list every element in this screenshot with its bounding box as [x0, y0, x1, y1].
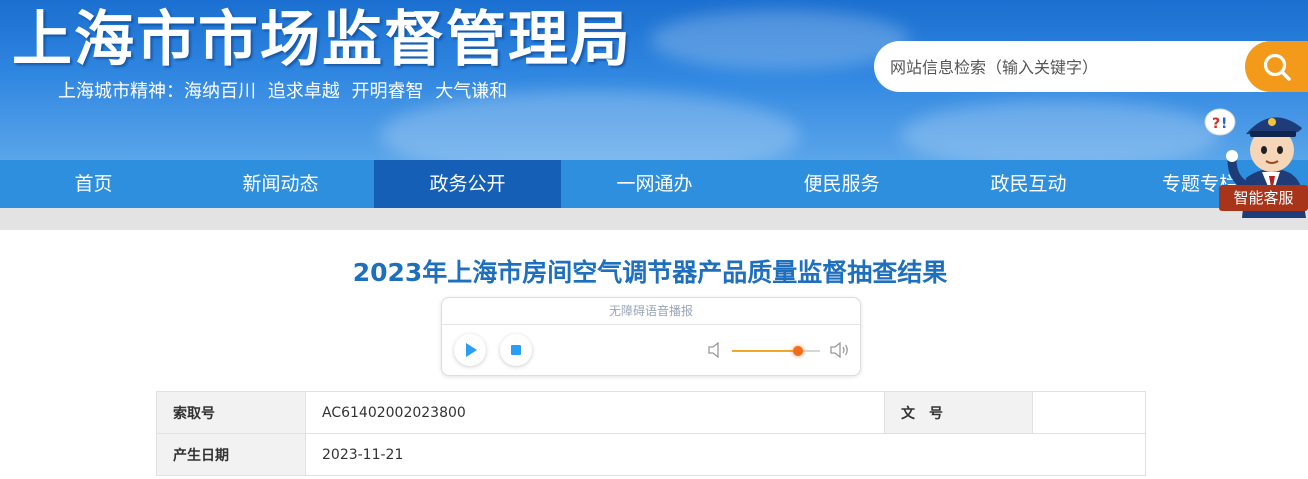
svg-text:?: ? — [1212, 116, 1220, 132]
slogan-part: 追求卓越 — [267, 81, 340, 102]
play-button[interactable] — [454, 334, 486, 366]
play-icon — [466, 343, 477, 357]
nav-item-interaction[interactable]: 政民互动 — [935, 160, 1122, 208]
search-button[interactable] — [1245, 41, 1308, 92]
nav-item-one-stop-service[interactable]: 一网通办 — [561, 160, 748, 208]
stop-button[interactable] — [500, 334, 532, 366]
table-row: 索取号 AC61402002023800 文 号 — [156, 391, 1146, 434]
article-title: 2023年上海市房间空气调节器产品质量监督抽查结果 — [352, 258, 948, 287]
player-divider — [442, 324, 860, 325]
volume-high-icon[interactable] — [830, 342, 850, 358]
city-slogan: 上海城市精神：海纳百川 追求卓越 开明睿智 大气谦和 — [58, 80, 513, 104]
nav-item-news[interactable]: 新闻动态 — [187, 160, 374, 208]
table-row: 产生日期 2023-11-21 — [156, 433, 1146, 476]
document-info-table: 索取号 AC61402002023800 文 号 产生日期 2023-11-21 — [156, 391, 1146, 476]
volume-knob[interactable] — [793, 346, 803, 356]
search-box — [874, 41, 1308, 92]
slogan-part: 大气谦和 — [435, 81, 508, 102]
search-input[interactable] — [890, 54, 1220, 80]
stop-icon — [511, 345, 521, 355]
creation-date-label: 产生日期 — [156, 433, 306, 476]
accessibility-audio-player: 无障碍语音播报 — [441, 297, 861, 376]
header-cloud — [650, 10, 910, 70]
nav-item-government-affairs[interactable]: 政务公开 — [374, 160, 561, 208]
nav-item-public-services[interactable]: 便民服务 — [748, 160, 935, 208]
slogan-part: 开明睿智 — [351, 81, 424, 102]
header-divider-band — [0, 208, 1308, 230]
search-icon — [1263, 53, 1291, 81]
index-number-label: 索取号 — [156, 391, 306, 434]
assistant-label[interactable]: 智能客服 — [1219, 185, 1308, 211]
header-cloud — [900, 100, 1220, 160]
site-title[interactable]: 上海市市场监督管理局 — [12, 4, 632, 76]
document-number-value — [1032, 391, 1146, 434]
document-number-label: 文 号 — [884, 391, 1033, 434]
volume-fill — [732, 350, 798, 352]
creation-date-value: 2023-11-21 — [305, 433, 1146, 476]
nav-item-home[interactable]: 首页 — [0, 160, 187, 208]
volume-slider[interactable] — [732, 346, 820, 356]
svg-text:!: ! — [1221, 116, 1227, 132]
player-label: 无障碍语音播报 — [608, 304, 693, 318]
volume-low-icon[interactable] — [708, 342, 722, 358]
site-header: 上海市市场监督管理局 上海城市精神：海纳百川 追求卓越 开明睿智 大气谦和 — [0, 0, 1308, 160]
main-nav: 首页 新闻动态 政务公开 一网通办 便民服务 政民互动 专题专栏 — [0, 160, 1308, 208]
index-number-value: AC61402002023800 — [305, 391, 885, 434]
slogan-part: 上海城市精神：海纳百川 — [58, 81, 256, 102]
